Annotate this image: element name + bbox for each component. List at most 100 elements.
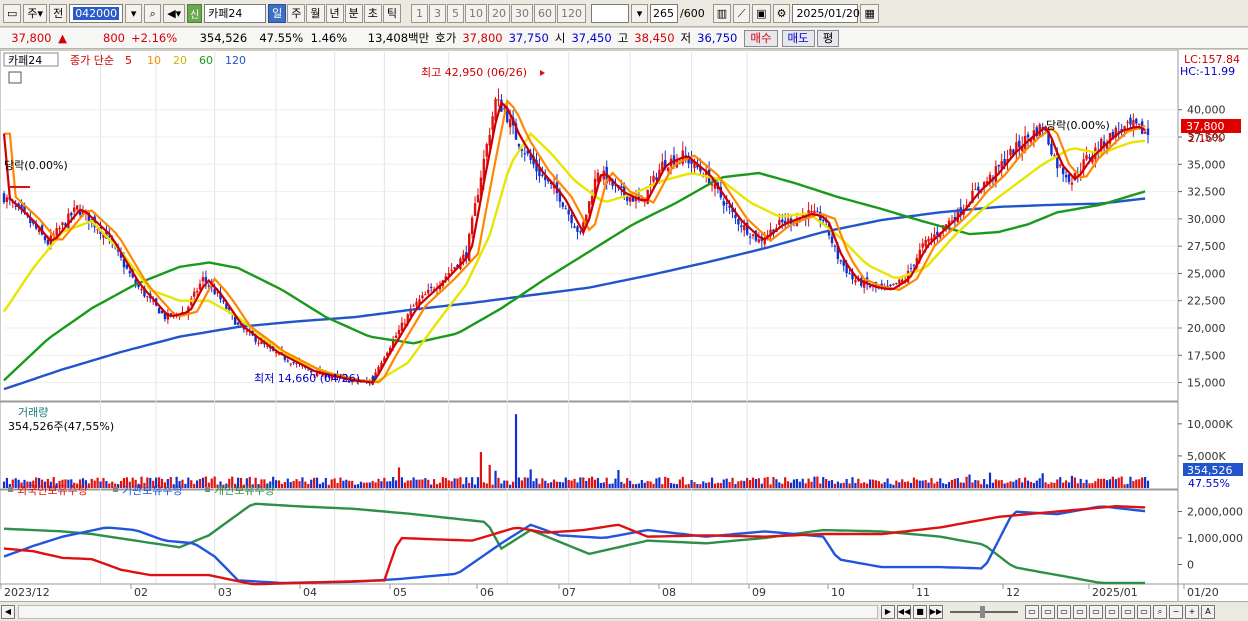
candle-body [1050, 143, 1053, 155]
period-tab-0[interactable]: 일 [268, 3, 287, 23]
custom-interval-input[interactable] [591, 3, 630, 23]
candle-body [257, 342, 260, 344]
minute-tab-1[interactable]: 1 [411, 3, 429, 23]
window-icon[interactable]: ▭ [3, 3, 22, 23]
volume-bar [839, 483, 842, 488]
layout-icon-8[interactable]: ▭ [1137, 604, 1151, 619]
volume-bar [359, 481, 363, 488]
date-input[interactable]: 2025/01/20 [792, 3, 860, 23]
candle-settings-icon[interactable]: ▥ [712, 3, 732, 23]
calendar-icon[interactable]: ▦ [860, 3, 879, 23]
sell-button[interactable]: 매도 [781, 29, 815, 47]
candle-body [397, 329, 401, 335]
candle-body [1070, 182, 1074, 185]
period-tab-5[interactable]: 초 [363, 3, 382, 23]
avg-button[interactable]: 평 [816, 29, 840, 47]
stock-name-field[interactable]: 카페24 [204, 3, 267, 23]
speaker-icon[interactable]: ◀▾ [163, 3, 186, 23]
code-dropdown-icon[interactable]: ▾ [125, 3, 143, 23]
mode-select-1[interactable]: 주 ▾ [23, 3, 48, 23]
period-tab-1[interactable]: 주 [287, 3, 306, 23]
code-value: 042000 [73, 6, 120, 20]
candle-body [737, 219, 740, 225]
ma20-line [3, 131, 1146, 383]
draw-tool-icon[interactable]: ⟋ [733, 3, 751, 23]
candle-body [1138, 123, 1141, 125]
scroll-right-icon[interactable]: ▶ [881, 604, 895, 619]
volume-bar [1012, 481, 1015, 488]
horizontal-scrollbar[interactable] [18, 604, 878, 619]
minute-tab-3[interactable]: 3 [429, 3, 447, 23]
period-tab-4[interactable]: 분 [344, 3, 363, 23]
layout-icon-4[interactable]: ▭ [1073, 604, 1087, 619]
minute-tab-60[interactable]: 60 [534, 3, 557, 23]
volume-bar [737, 481, 740, 488]
price-tick-label: 32,500 [1187, 186, 1226, 199]
volume-bar [912, 477, 916, 488]
zoom-icon[interactable]: ⌕ [1153, 604, 1167, 619]
minute-tab-10[interactable]: 10 [465, 3, 488, 23]
fast-forward-icon[interactable]: ▶▶ [929, 604, 943, 619]
chart-svg[interactable]: 2023/12 02 03 04 05 06 07 08 09 10 11 12 2025/01 01/2… [0, 49, 1248, 601]
code-input[interactable]: 042000 [69, 3, 124, 23]
x-tick-label: 04 [303, 586, 317, 599]
volume-bar [836, 481, 839, 488]
volume-bar [348, 480, 351, 488]
layout-icon-3[interactable]: ▭ [1057, 604, 1071, 619]
volume-bar [1029, 481, 1033, 488]
minute-tab-5[interactable]: 5 [447, 3, 465, 23]
x-tick-label: 01/20 [1187, 586, 1219, 599]
minus-icon[interactable]: − [1169, 604, 1183, 619]
volume-bar [286, 478, 289, 488]
candle-body [751, 234, 755, 237]
stop-icon[interactable]: ■ [913, 604, 927, 619]
layout-icon-6[interactable]: ▭ [1105, 604, 1119, 619]
minute-tab-20[interactable]: 20 [488, 3, 511, 23]
count-input[interactable]: 265 [650, 3, 679, 23]
volume-bar [374, 482, 377, 488]
search-icon[interactable]: ⌕ [144, 3, 162, 23]
candle-body [579, 231, 582, 233]
volume-bar [980, 484, 983, 488]
zoom-slider-handle[interactable] [980, 605, 985, 618]
scroll-left-icon[interactable]: ◀ [1, 604, 15, 619]
volume-bar [1041, 473, 1044, 488]
mode-select-2[interactable]: 전 [49, 3, 68, 23]
volume-bar [833, 483, 837, 488]
gear-icon[interactable]: ⚙ [772, 3, 791, 23]
zoom-slider[interactable] [950, 605, 1018, 618]
volume-bar [953, 478, 956, 488]
buy-button[interactable]: 매수 [744, 29, 778, 47]
candle-body [497, 99, 500, 101]
candle-body [415, 301, 418, 306]
interval-dropdown-icon[interactable]: ▾ [631, 3, 649, 23]
volume-bar [681, 476, 684, 488]
font-icon[interactable]: A [1201, 604, 1215, 619]
rewind-icon[interactable]: ◀◀ [897, 604, 911, 619]
table-icon[interactable] [8, 71, 22, 84]
layout-icon-1[interactable]: ▭ [1025, 604, 1039, 619]
layout-icon-2[interactable]: ▭ [1041, 604, 1055, 619]
x-tick-label: 09 [752, 586, 766, 599]
period-tab-2[interactable]: 월 [306, 3, 325, 23]
volume-bar [500, 483, 503, 488]
price-tick-label: 17,500 [1187, 349, 1226, 362]
period-tab-3[interactable]: 년 [325, 3, 344, 23]
volume-bar [795, 479, 799, 488]
minute-tab-120[interactable]: 120 [557, 3, 587, 23]
candle-body [195, 290, 199, 293]
volume-bar [593, 479, 597, 488]
plus-icon[interactable]: + [1185, 604, 1199, 619]
layout-icon-5[interactable]: ▭ [1089, 604, 1103, 619]
chart-area[interactable]: 2023/12 02 03 04 05 06 07 08 09 10 11 12 2025/01 01/2… [0, 49, 1248, 601]
save-icon[interactable]: ▣ [752, 3, 771, 23]
layout-icon-7[interactable]: ▭ [1121, 604, 1135, 619]
candle-body [491, 116, 494, 130]
minute-tab-30[interactable]: 30 [511, 3, 534, 23]
volume-bar [435, 484, 439, 488]
x-tick-label: 2025/01 [1092, 586, 1138, 599]
candle-body [394, 335, 398, 338]
volume-bar [705, 482, 708, 488]
volume-bar [430, 484, 433, 488]
period-tab-6[interactable]: 틱 [382, 3, 402, 23]
